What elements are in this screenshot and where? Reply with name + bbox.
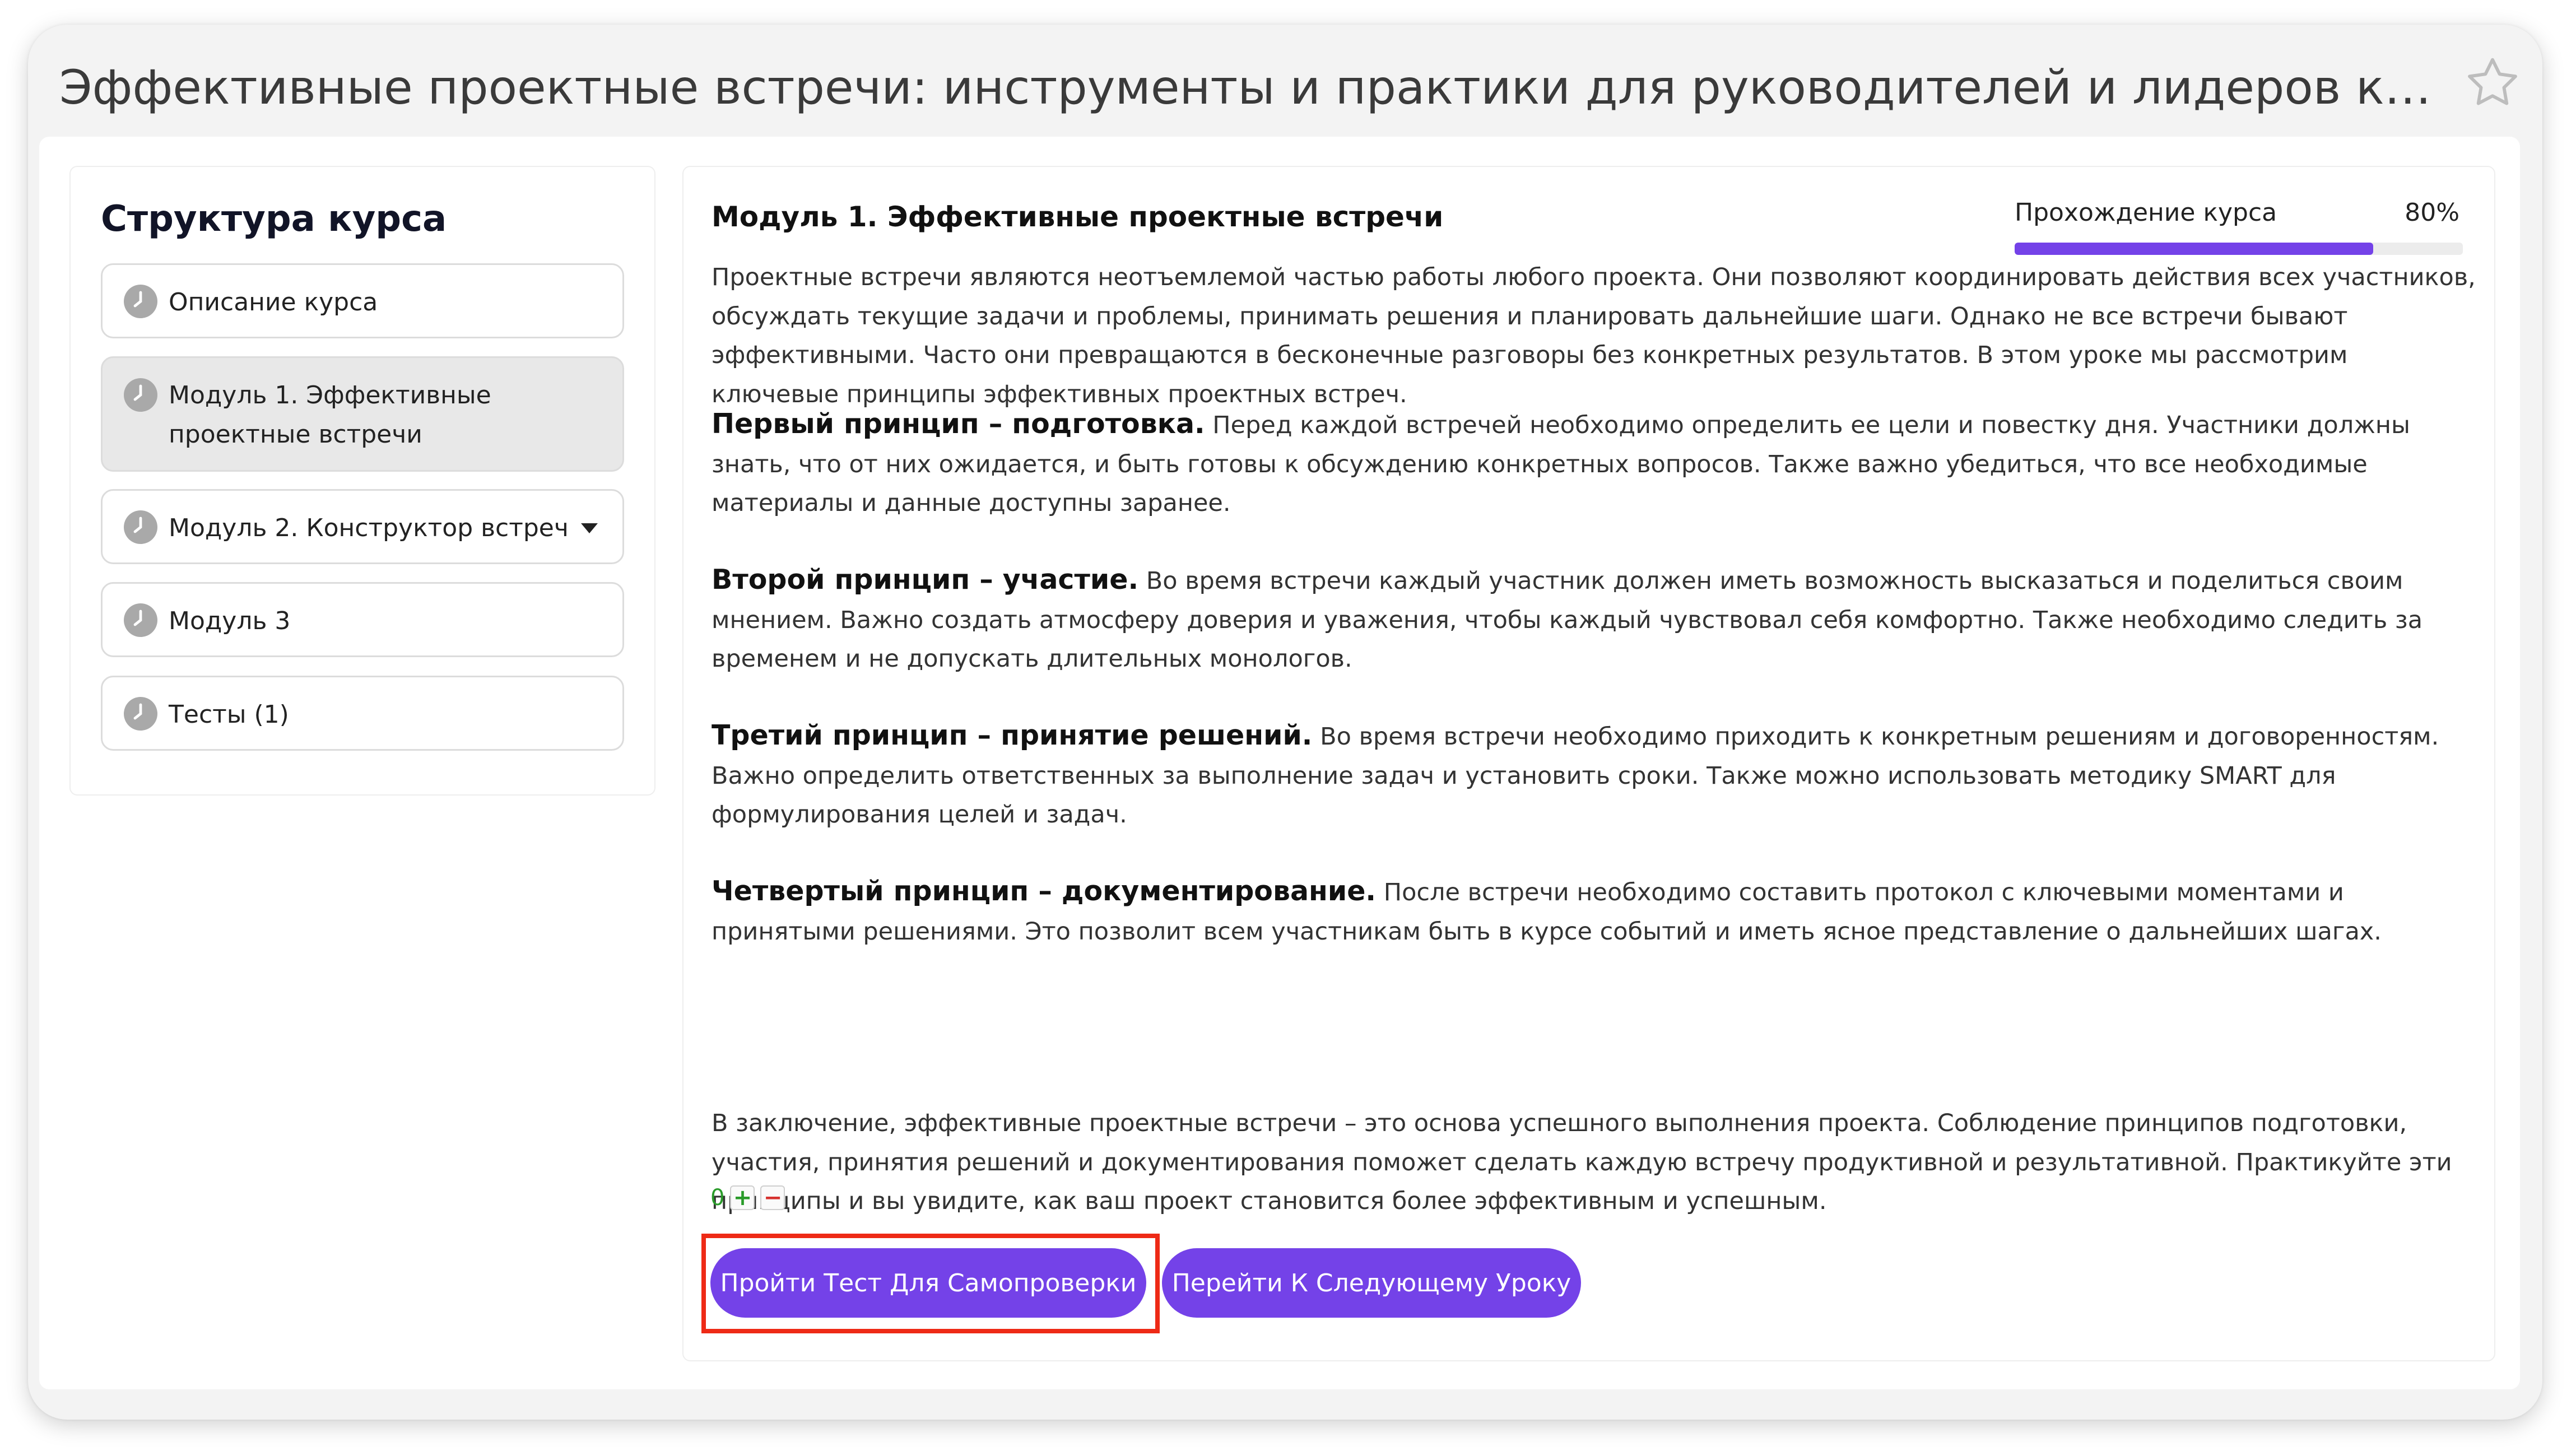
sidebar-item-module-3[interactable]: Модуль 3 [101, 582, 624, 657]
sidebar-item-tests[interactable]: Тесты (1) [101, 676, 624, 751]
lesson-paragraph-principle-4: Четвертый принцип – документирование. По… [712, 875, 2382, 946]
clock-icon [124, 697, 157, 731]
lesson-content: Модуль 1. Эффективные проектные встречи … [682, 166, 2495, 1361]
rating-widget: 0 + − [710, 1184, 785, 1211]
progress-bar [2015, 243, 2463, 255]
lesson-paragraph-principle-2: Второй принцип – участие. Во время встре… [712, 564, 2423, 673]
caret-down-icon[interactable] [581, 520, 598, 537]
clock-icon [124, 510, 157, 544]
sidebar-item-label: Тесты (1) [169, 700, 289, 729]
content-card: Структура курса Описание курса Модуль 1.… [39, 137, 2520, 1389]
lesson-paragraph-principle-1: Первый принцип – подготовка. Перед каждо… [712, 408, 2410, 517]
lesson-paragraph-conclusion: В заключение, эффективные проектные встр… [712, 1109, 2452, 1215]
rating-count: 0 [710, 1185, 725, 1211]
clock-icon [124, 603, 157, 637]
highlight-box [701, 1234, 1160, 1333]
sidebar-item-label: Описание курса [169, 288, 378, 317]
app-window: Эффективные проектные встречи: инструмен… [28, 25, 2542, 1420]
sidebar-item-label: Модуль 2. Конструктор встреч [169, 514, 569, 542]
progress-value: 80% [2405, 198, 2459, 227]
sidebar-item-label: Модуль 1. Эффективные проектные встречи [169, 381, 491, 449]
sidebar-item-module-2[interactable]: Модуль 2. Конструктор встреч [101, 489, 624, 564]
downvote-button[interactable]: − [760, 1185, 785, 1210]
course-structure-sidebar: Структура курса Описание курса Модуль 1.… [69, 166, 655, 796]
upvote-button[interactable]: + [730, 1185, 755, 1210]
next-lesson-button[interactable]: Перейти К Следующему Уроку [1162, 1248, 1581, 1318]
title-bar: Эффективные проектные встречи: инструмен… [28, 25, 2542, 142]
module-title: Модуль 1. Эффективные проектные встречи [712, 201, 1444, 233]
page-title: Эффективные проектные встречи: инструмен… [59, 60, 2457, 115]
sidebar-item-label: Модуль 3 [169, 607, 291, 635]
sidebar-item-course-description[interactable]: Описание курса [101, 263, 624, 338]
lesson-paragraph-principle-3: Третий принцип – принятие решений. Во вр… [712, 719, 2439, 829]
clock-icon [124, 378, 157, 412]
clock-icon [124, 285, 157, 318]
lesson-paragraph-intro: Проектные встречи являются неотъемлемой … [712, 263, 2476, 408]
progress-label: Прохождение курса [2015, 198, 2277, 227]
star-icon[interactable] [2462, 53, 2523, 113]
progress-fill [2015, 243, 2373, 255]
sidebar-item-module-1[interactable]: Модуль 1. Эффективные проектные встречи [101, 356, 624, 472]
sidebar-title: Структура курса [101, 198, 447, 240]
